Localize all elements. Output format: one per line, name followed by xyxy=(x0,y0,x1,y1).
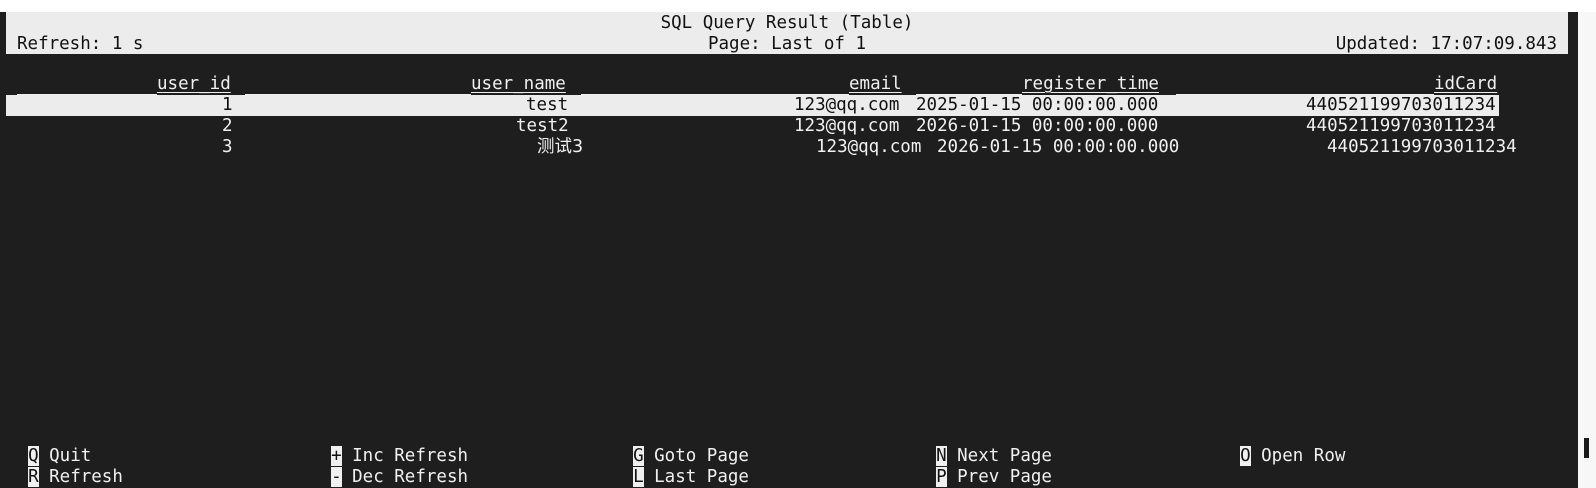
shortcut-label: Dec Refresh xyxy=(352,467,469,487)
cell-user-name: test2 xyxy=(516,116,569,136)
updated-timestamp: Updated: 17:07:09.843 xyxy=(1335,34,1557,54)
shortcut-prev-page[interactable]: P Prev Page xyxy=(915,447,1052,487)
column-header-register-time[interactable]: register_time xyxy=(1022,74,1159,95)
cell-email: 123@qq.com xyxy=(794,95,900,115)
shortcut-goto-page[interactable]: G Goto Page xyxy=(612,426,749,466)
status-header: SQL Query Result (Table) Refresh: 1 s Pa… xyxy=(6,12,1568,54)
cell-register-time: 2025-01-15 00:00:00.000 xyxy=(916,95,1159,115)
cell-idcard: 440521199703011234 xyxy=(1306,95,1496,115)
cell-email: 123@qq.com xyxy=(816,137,922,157)
shortcut-refresh[interactable]: R Refresh xyxy=(7,447,123,487)
table-row[interactable]: 1 test 123@qq.com 2025-01-15 00:00:00.00… xyxy=(0,95,1596,116)
table-row[interactable]: 2 test2 123@qq.com 2026-01-15 00:00:00.0… xyxy=(0,116,1596,137)
column-header-user-name[interactable]: user_name xyxy=(471,74,566,95)
page-title: SQL Query Result (Table) xyxy=(660,13,914,33)
page-indicator: Page: Last of 1 xyxy=(707,34,867,54)
table-row[interactable]: 3 测试3 123@qq.com 2026-01-15 00:00:00.000… xyxy=(0,137,1596,158)
key-o-icon: O xyxy=(1240,446,1251,466)
cell-idcard: 440521199703011234 xyxy=(1327,137,1517,157)
window-top-edge xyxy=(0,0,1596,12)
shortcut-quit[interactable]: Q Quit xyxy=(7,426,91,466)
cell-user-name: 测试3 xyxy=(537,137,584,157)
column-header-idcard[interactable]: idCard xyxy=(1434,74,1497,95)
cell-user-id: 2 xyxy=(222,116,233,136)
vertical-scrollbar[interactable] xyxy=(1578,12,1596,488)
cell-idcard: 440521199703011234 xyxy=(1306,116,1496,136)
key-minus-icon: - xyxy=(331,467,342,487)
cell-email: 123@qq.com xyxy=(794,116,900,136)
shortcut-label: Prev Page xyxy=(957,467,1052,487)
shortcut-open-row[interactable]: O Open Row xyxy=(1219,426,1345,466)
cell-register-time: 2026-01-15 00:00:00.000 xyxy=(916,116,1159,136)
cell-user-id: 3 xyxy=(222,137,233,157)
shortcut-dec-refresh[interactable]: - Dec Refresh xyxy=(310,447,468,487)
column-header-user-id[interactable]: user_id xyxy=(157,74,231,95)
shortcut-label: Open Row xyxy=(1261,446,1346,466)
shortcut-next-page[interactable]: N Next Page xyxy=(915,426,1052,466)
scrollbar-thumb[interactable] xyxy=(1584,438,1589,458)
key-r-icon: R xyxy=(28,467,39,487)
cell-user-id: 1 xyxy=(222,95,233,115)
shortcut-label: Refresh xyxy=(49,467,123,487)
shortcut-label: Last Page xyxy=(654,467,749,487)
key-l-icon: L xyxy=(633,467,644,487)
cell-user-name: test xyxy=(526,95,569,115)
column-header-email[interactable]: email xyxy=(849,74,902,95)
cell-register-time: 2026-01-15 00:00:00.000 xyxy=(937,137,1180,157)
shortcut-last-page[interactable]: L Last Page xyxy=(612,447,749,487)
key-p-icon: P xyxy=(936,467,947,487)
shortcut-inc-refresh[interactable]: + Inc Refresh xyxy=(310,426,468,466)
